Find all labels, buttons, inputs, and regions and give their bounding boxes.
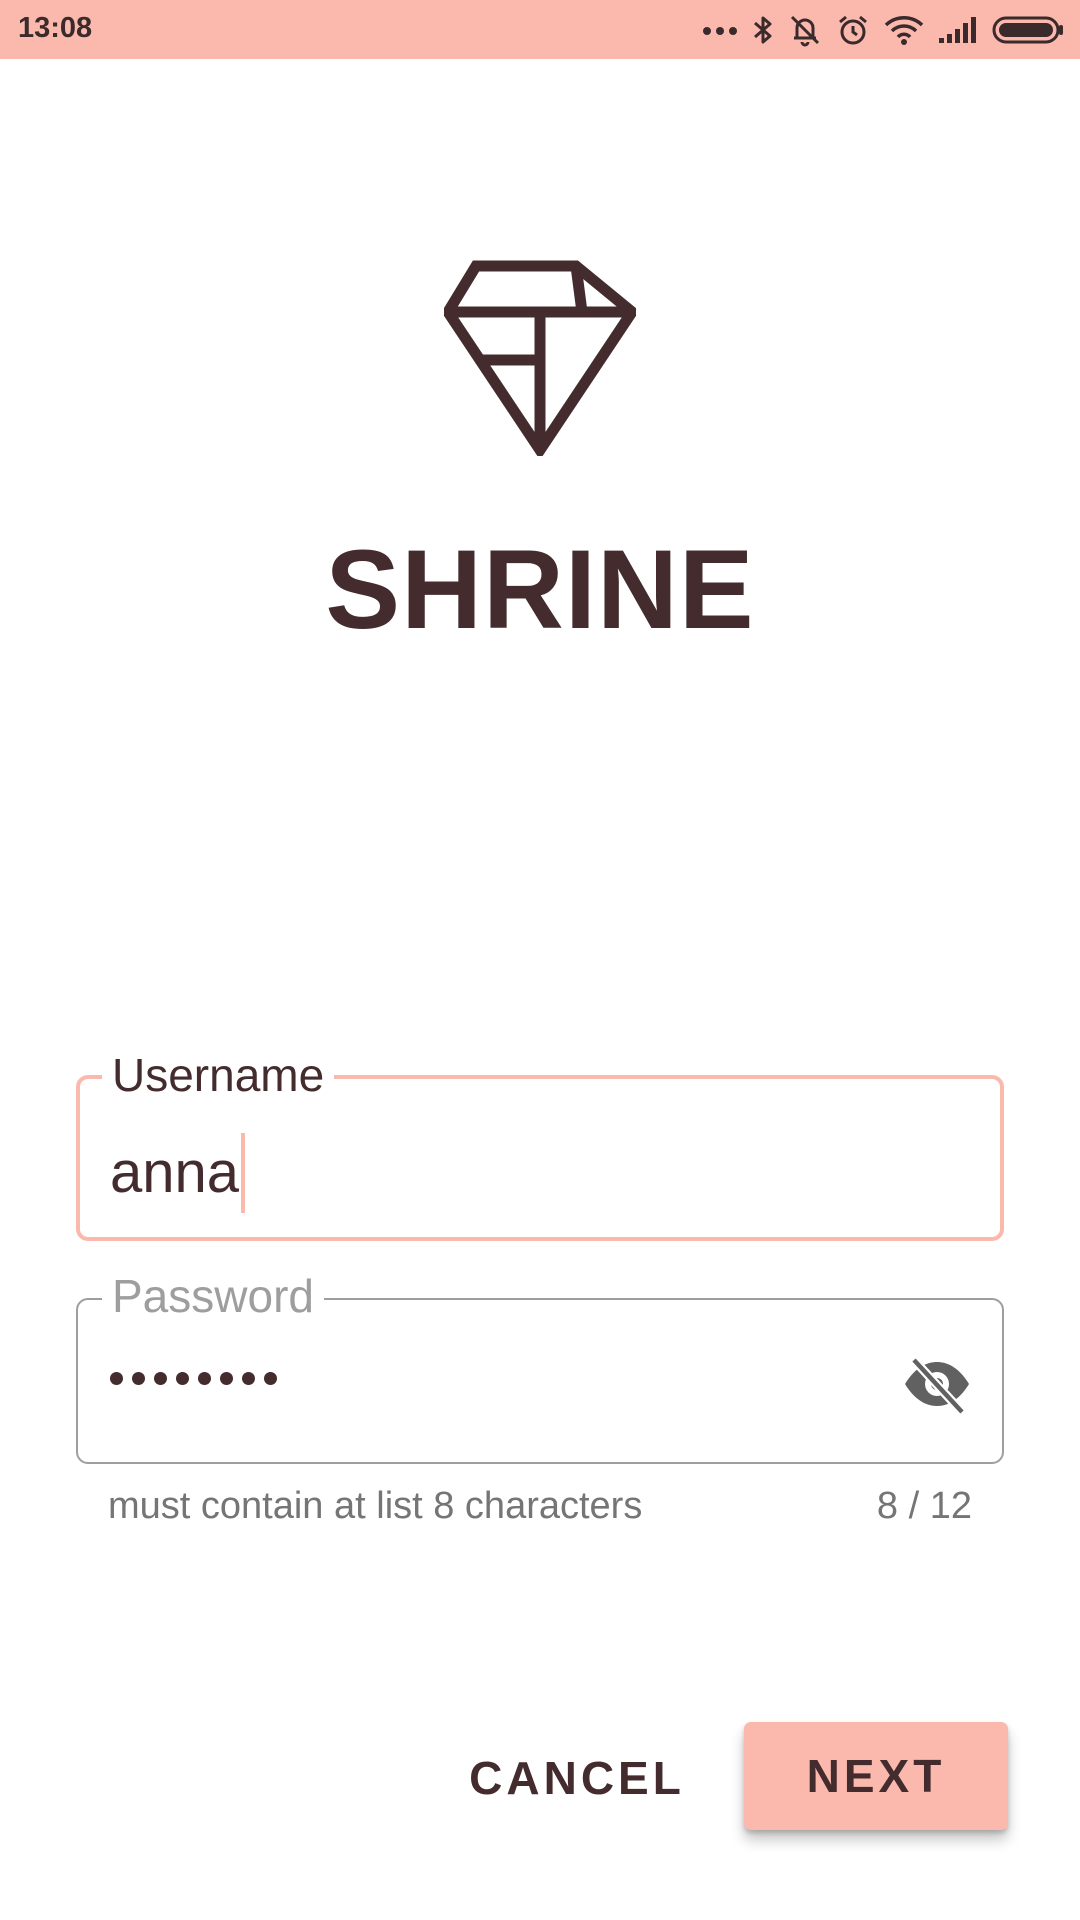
username-input[interactable]: anna xyxy=(110,1133,246,1213)
battery-icon xyxy=(992,15,1064,45)
brand-title: SHRINE xyxy=(325,527,755,652)
password-mask-dot xyxy=(154,1372,167,1385)
cancel-button[interactable]: CANCEL xyxy=(452,1722,702,1834)
diamond-logo-icon xyxy=(441,260,640,460)
password-field[interactable]: Password xyxy=(76,1268,1004,1464)
password-helper-text: must contain at list 8 characters xyxy=(108,1485,643,1527)
password-mask-dot xyxy=(176,1372,189,1385)
cellular-signal-icon xyxy=(938,16,978,44)
password-mask-dot xyxy=(264,1372,277,1385)
notifications-off-icon xyxy=(788,13,822,47)
password-mask-dot xyxy=(110,1372,123,1385)
password-mask-dot xyxy=(198,1372,211,1385)
status-bar: 13:08 xyxy=(0,0,1080,59)
status-icons xyxy=(702,10,1064,50)
username-value: anna xyxy=(110,1140,240,1205)
password-mask-dot xyxy=(242,1372,255,1385)
next-button[interactable]: NEXT xyxy=(744,1722,1008,1830)
more-dots-icon xyxy=(702,24,738,36)
wifi-icon xyxy=(884,15,924,45)
password-input[interactable] xyxy=(110,1372,277,1385)
password-mask-dot xyxy=(220,1372,233,1385)
username-label: Username xyxy=(102,1047,335,1103)
login-screen: 13:08 SHRINE Username anna Password must… xyxy=(0,0,1080,1920)
password-char-counter: 8 / 12 xyxy=(876,1485,972,1527)
text-cursor xyxy=(241,1133,246,1213)
alarm-icon xyxy=(836,13,870,47)
password-mask-dot xyxy=(132,1372,145,1385)
status-time: 13:08 xyxy=(18,12,93,44)
password-label: Password xyxy=(102,1268,324,1324)
visibility-off-icon[interactable] xyxy=(902,1354,972,1416)
bluetooth-icon xyxy=(752,14,774,46)
username-field[interactable]: Username anna xyxy=(76,1047,1004,1241)
